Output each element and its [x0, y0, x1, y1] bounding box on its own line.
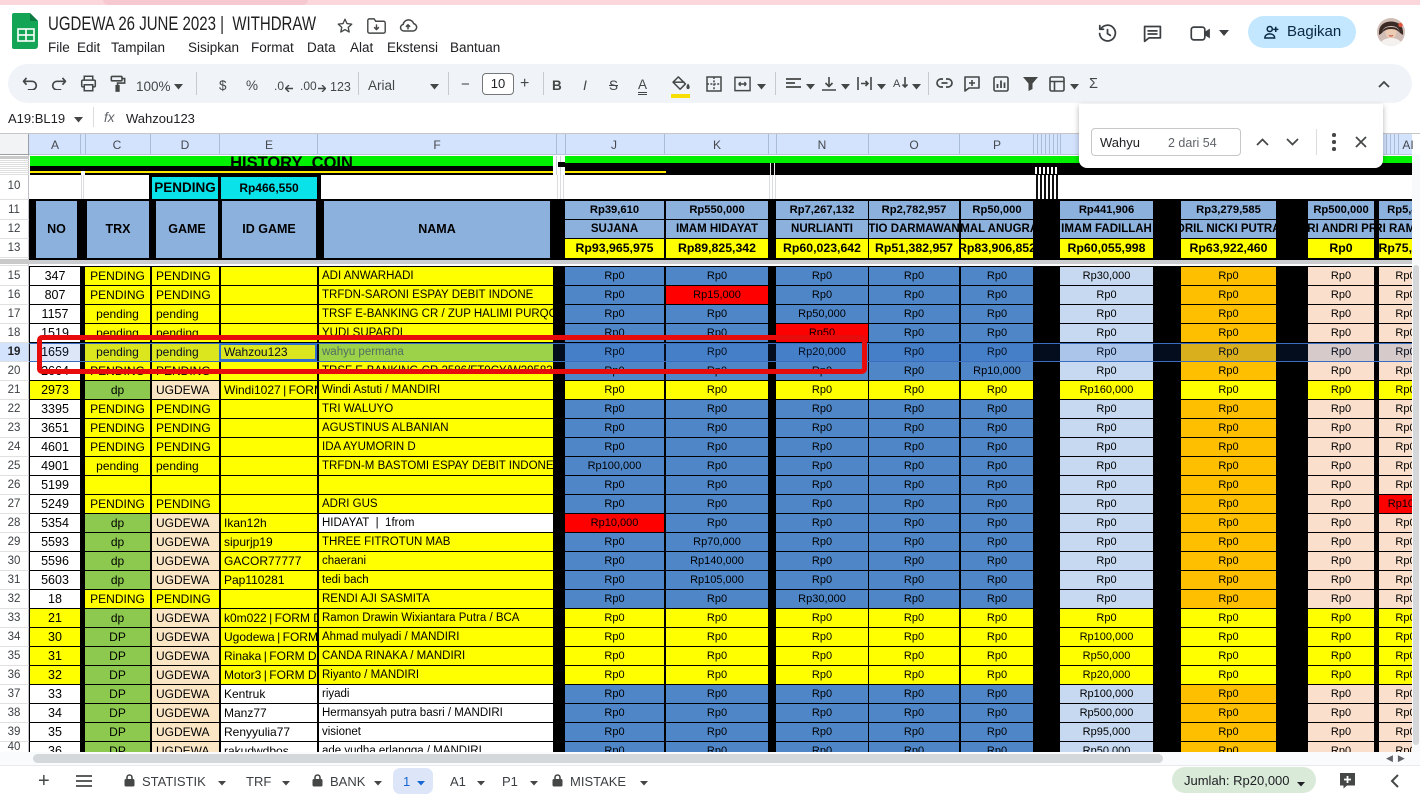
- svg-text:A: A: [893, 78, 901, 90]
